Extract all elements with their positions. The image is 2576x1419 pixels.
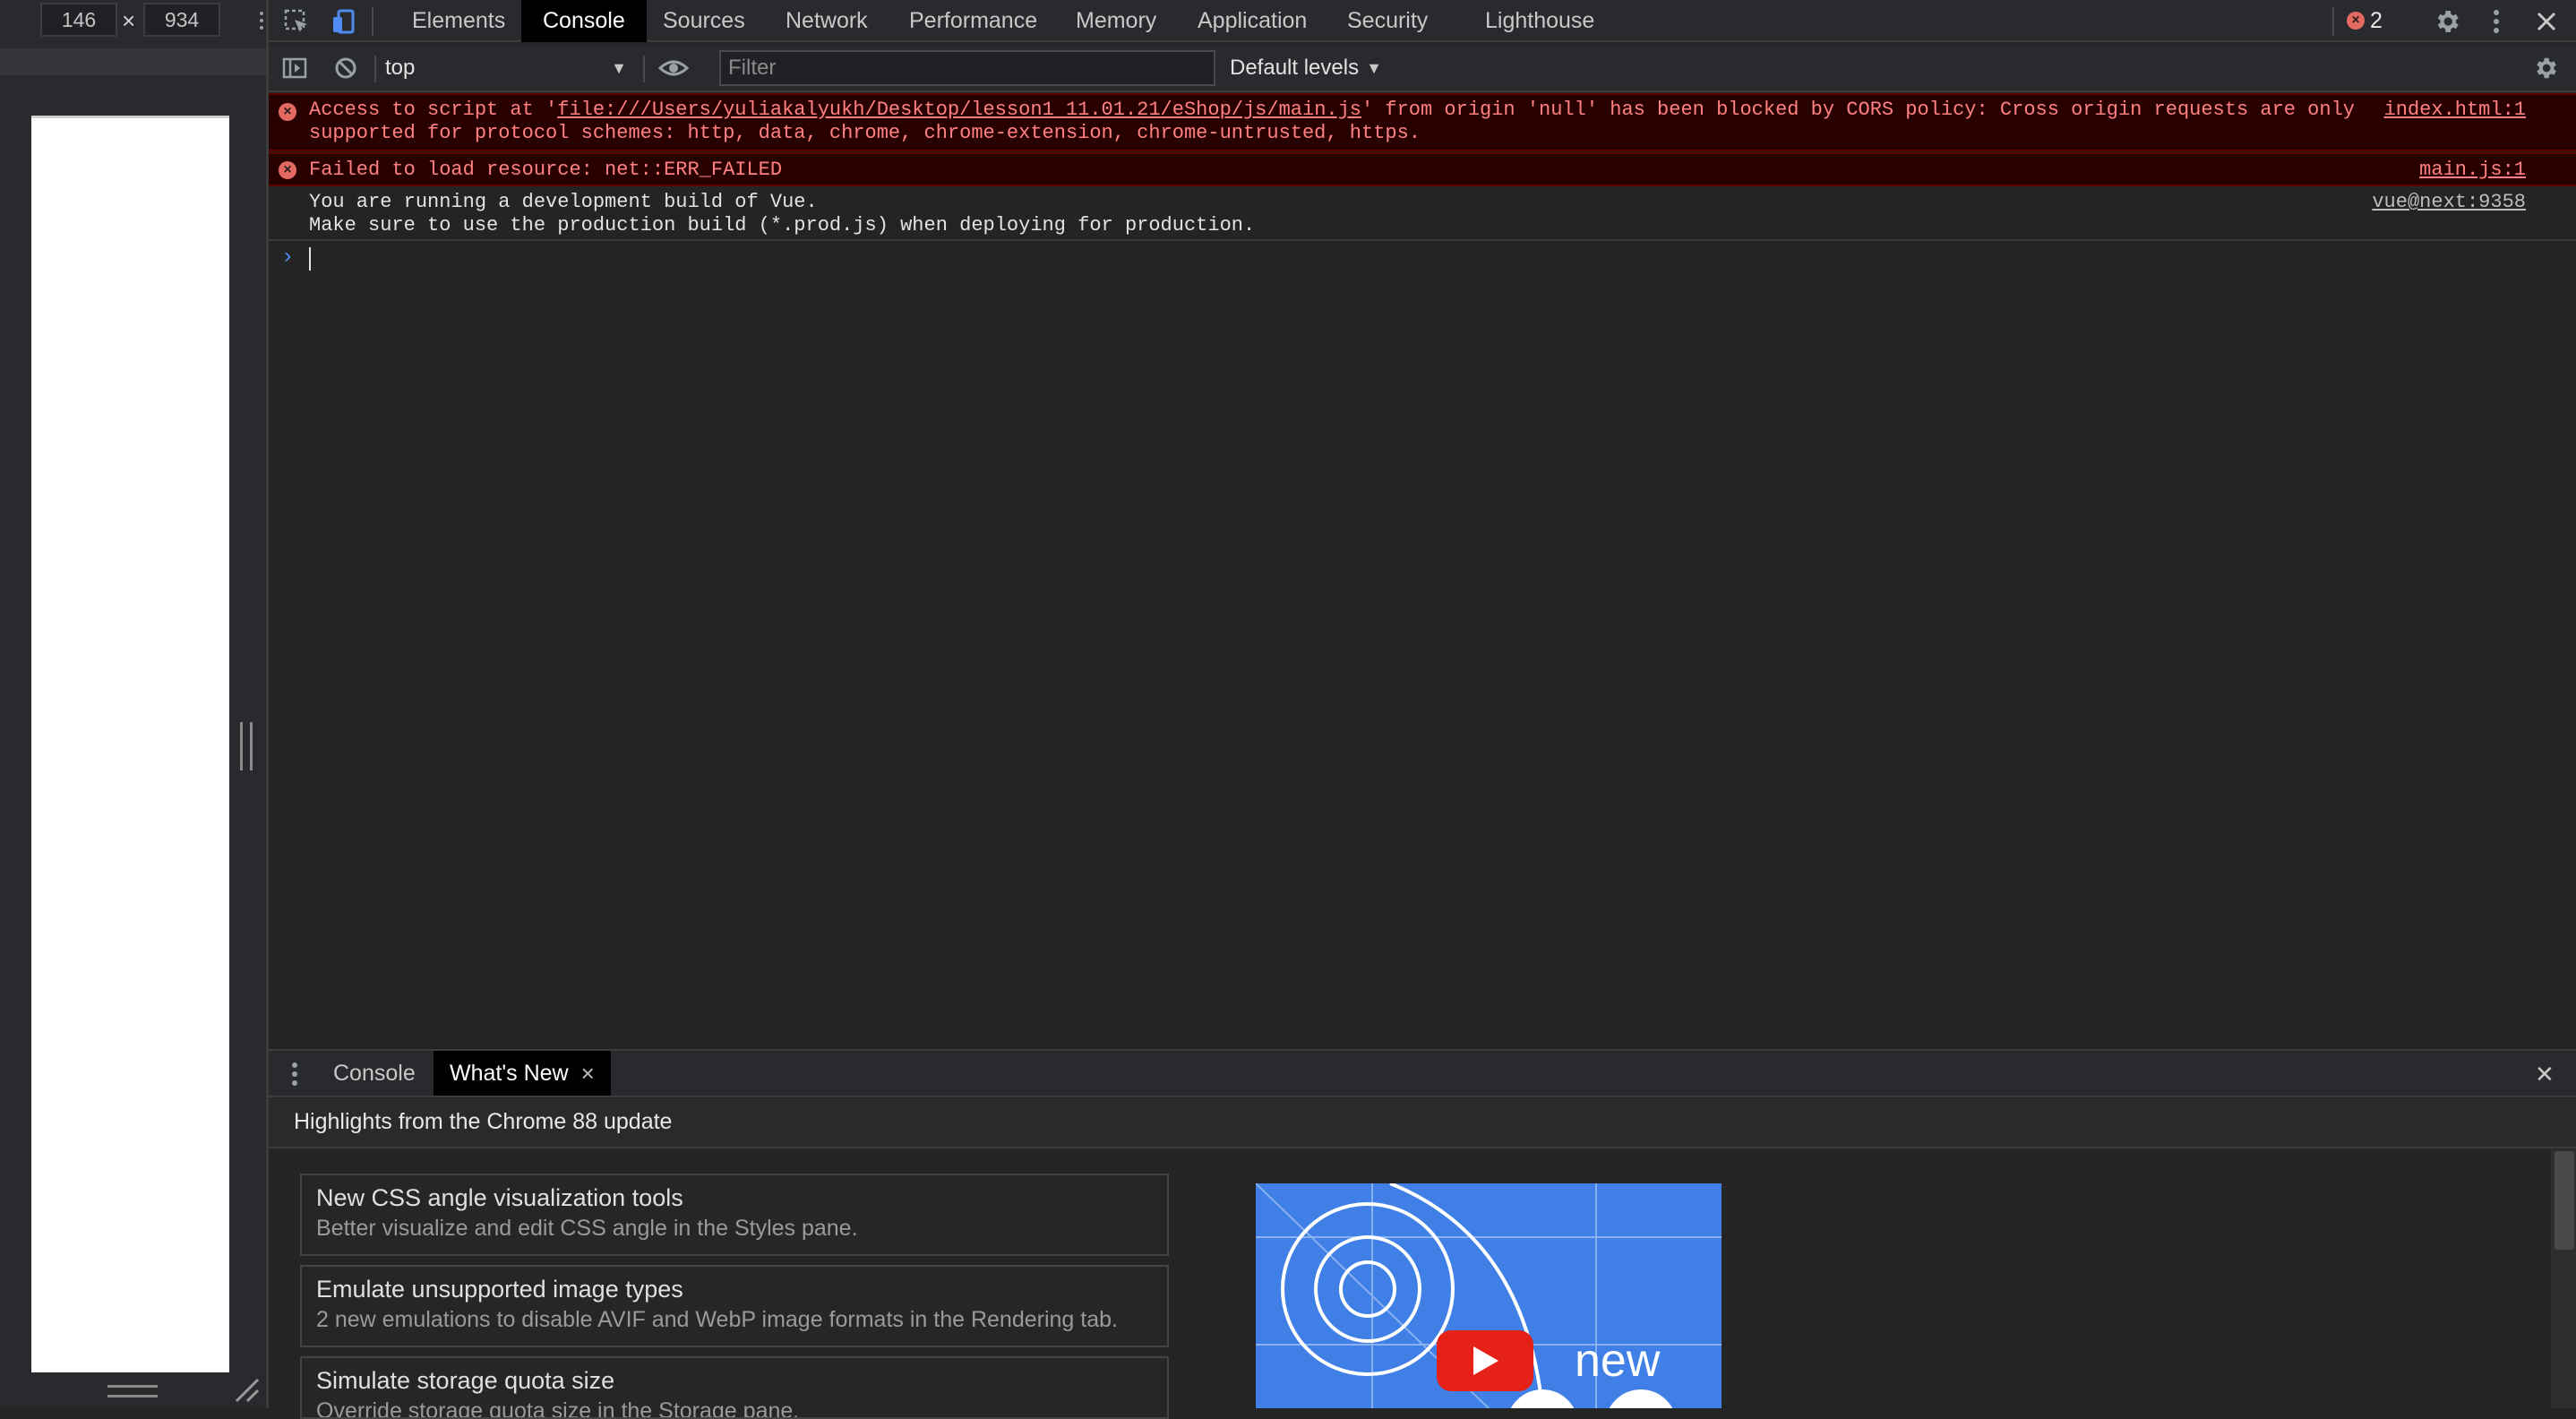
console-log-message: You are running a development build of V… [269, 187, 2576, 241]
context-selector[interactable]: top ▼ [385, 52, 632, 84]
context-value: top [385, 56, 416, 80]
error-icon: × [279, 161, 296, 179]
drawer-tab-label: What's New [450, 1060, 569, 1086]
error-count-badge[interactable]: × 2 [2341, 4, 2388, 37]
device-toolbar-toggle-icon[interactable] [328, 5, 360, 38]
live-expression-eye-icon[interactable] [657, 52, 690, 84]
console-prompt[interactable]: › [269, 244, 2576, 272]
feature-description: Better visualize and edit CSS angle in t… [316, 1216, 858, 1241]
error-text: Failed to load resource: net::ERR_FAILED [309, 159, 783, 181]
dimension-separator: × [122, 7, 136, 34]
console-error-message: × Access to script at 'file:///Users/yul… [269, 93, 2576, 151]
viewport-bottom-handle[interactable] [107, 1385, 158, 1398]
toolbar-divider [2332, 7, 2334, 36]
log-text-line1: You are running a development build of V… [309, 191, 818, 213]
blocked-script-link[interactable]: file:///Users/yuliakalyukh/Desktop/lesso… [557, 99, 1361, 121]
toolbar-divider [374, 56, 376, 82]
source-link[interactable]: index.html:1 [2384, 99, 2526, 122]
console-filter-input[interactable] [719, 50, 1215, 86]
close-devtools-icon[interactable] [2530, 5, 2563, 38]
drawer-scrollbar-thumb[interactable] [2555, 1151, 2574, 1250]
error-text-suffix: ' from origin 'null' has been blocked by… [1361, 99, 2355, 121]
drawer-tab-whats-new[interactable]: What's New × [434, 1051, 611, 1096]
tab-lighthouse[interactable]: Lighthouse [1464, 0, 1616, 42]
sidebar-toggle-icon[interactable] [279, 52, 311, 84]
drawer-toolbar [269, 1049, 2576, 1097]
tab-security[interactable]: Security [1326, 0, 1449, 42]
inspect-element-icon[interactable] [280, 5, 313, 38]
error-x-icon: × [2347, 12, 2365, 30]
device-more-icon[interactable] [260, 9, 263, 32]
source-link[interactable]: main.js:1 [2419, 159, 2526, 182]
tab-performance[interactable]: Performance [888, 0, 1059, 42]
drawer-tab-console[interactable]: Console [317, 1051, 432, 1096]
console-settings-gear-icon[interactable] [2529, 52, 2562, 84]
feature-title: New CSS angle visualization tools [316, 1184, 683, 1211]
tab-elements[interactable]: Elements [391, 0, 527, 42]
close-drawer-icon[interactable]: ✕ [2535, 1061, 2555, 1088]
log-levels-dropdown[interactable]: Default levels ▼ [1230, 52, 1382, 84]
toolbar-divider [372, 7, 374, 36]
source-link[interactable]: vue@next:9358 [2372, 191, 2526, 214]
dropdown-arrow-icon: ▼ [1366, 58, 1382, 77]
close-tab-icon[interactable]: × [581, 1060, 595, 1088]
device-width-input[interactable]: 146 [40, 3, 117, 37]
tab-console[interactable]: Console [521, 0, 647, 42]
error-icon: × [279, 103, 296, 121]
toolbar-divider [643, 56, 645, 82]
feature-title: Emulate unsupported image types [316, 1276, 683, 1303]
tab-application[interactable]: Application [1176, 0, 1328, 42]
corner-resize-icon[interactable] [233, 1376, 262, 1405]
feature-description: 2 new emulations to disable AVIF and Web… [316, 1307, 1118, 1332]
levels-label: Default levels [1230, 56, 1360, 80]
dropdown-arrow-icon: ▼ [611, 58, 627, 77]
drawer-more-icon[interactable] [291, 1061, 298, 1088]
clear-console-icon[interactable] [330, 52, 362, 84]
tab-sources[interactable]: Sources [641, 0, 767, 42]
device-media-bar [0, 48, 266, 75]
video-badge-text: new [1575, 1335, 1661, 1387]
viewport-resize-handle[interactable] [240, 722, 253, 770]
prompt-chevron-icon: › [281, 245, 295, 270]
settings-gear-icon[interactable] [2431, 5, 2463, 38]
text-caret [309, 247, 311, 271]
play-button-icon[interactable] [1437, 1330, 1533, 1391]
feature-title: Simulate storage quota size [316, 1367, 615, 1394]
feature-card[interactable]: Emulate unsupported image types 2 new em… [300, 1265, 1169, 1347]
error-text: Access to script at 'file:///Users/yulia… [309, 99, 2355, 122]
whats-new-video-thumbnail[interactable]: new [1256, 1183, 1722, 1408]
customize-more-icon[interactable] [2480, 5, 2512, 38]
error-count: 2 [2370, 7, 2383, 33]
tab-memory[interactable]: Memory [1054, 0, 1178, 42]
error-text-line2: supported for protocol schemes: http, da… [309, 122, 1421, 144]
drawer-tab-label: Console [333, 1060, 416, 1086]
device-viewport[interactable] [31, 116, 229, 1372]
feature-card[interactable]: Simulate storage quota size Override sto… [300, 1356, 1169, 1419]
feature-description: Override storage quota size in the Stora… [316, 1398, 800, 1419]
tab-network[interactable]: Network [764, 0, 889, 42]
device-height-input[interactable]: 934 [143, 3, 220, 37]
feature-card[interactable]: New CSS angle visualization tools Better… [300, 1174, 1169, 1256]
console-error-message: × Failed to load resource: net::ERR_FAIL… [269, 152, 2576, 186]
log-text-line2: Make sure to use the production build (*… [309, 214, 1256, 236]
error-text-prefix: Access to script at ' [309, 99, 558, 121]
highlights-title: Highlights from the Chrome 88 update [294, 1109, 673, 1134]
